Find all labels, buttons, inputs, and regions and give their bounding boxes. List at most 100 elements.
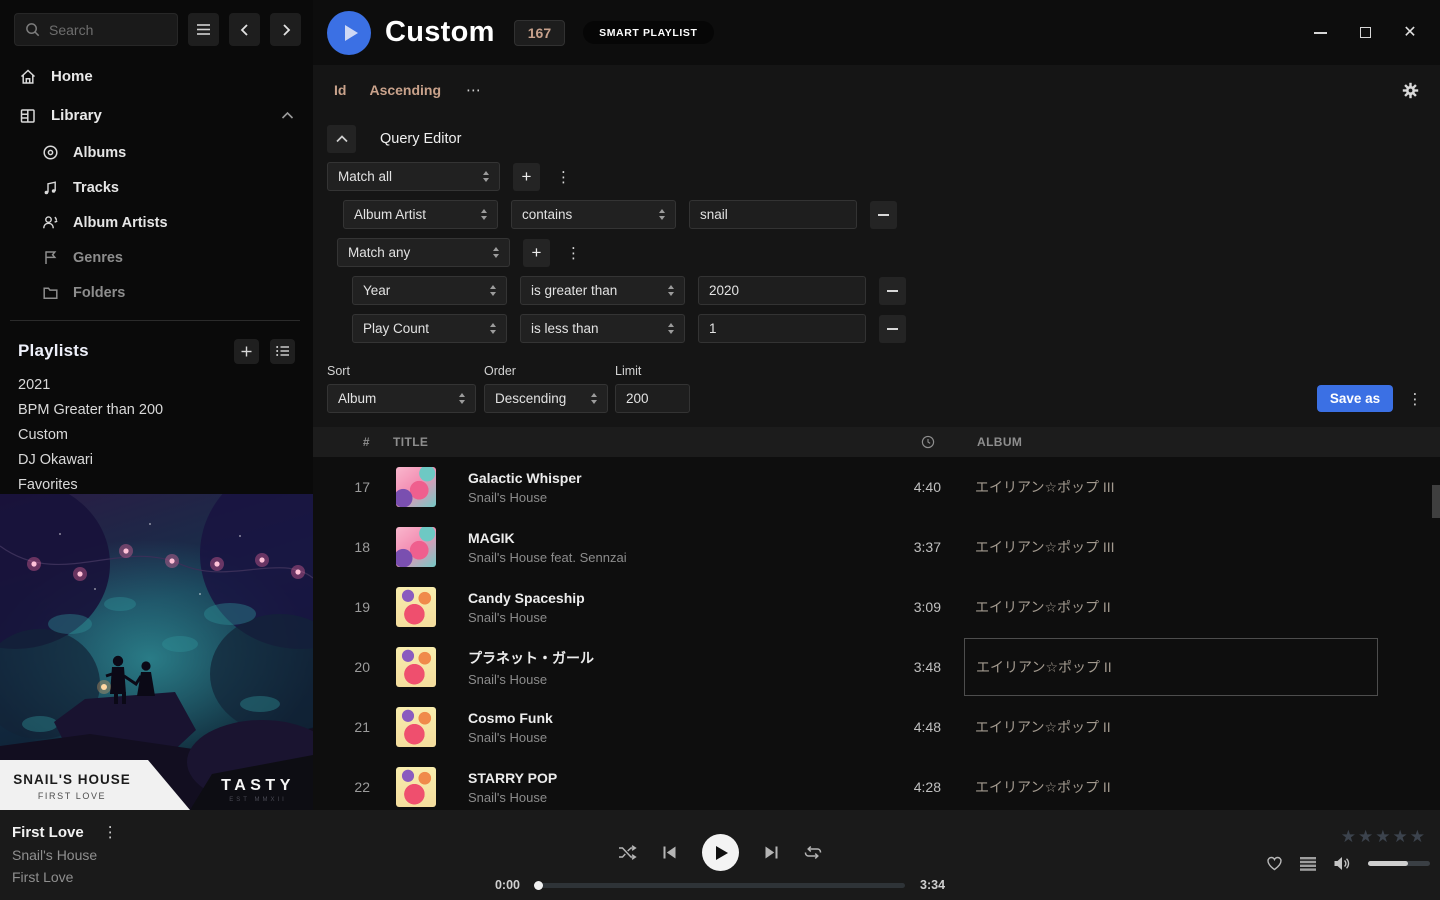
playlist-item[interactable]: DJ Okawari [0, 448, 313, 473]
close-button[interactable]: ✕ [1402, 25, 1418, 41]
order-select[interactable]: Descending [484, 384, 608, 413]
shuffle-icon [618, 845, 637, 860]
table-row[interactable]: 20 プラネット・ガール Snail's House 3:48 エイリアン☆ポッ… [313, 637, 1440, 697]
library-collapse-icon[interactable] [281, 111, 294, 120]
sidebar-item-home[interactable]: Home [0, 57, 313, 96]
settings-button[interactable] [1402, 82, 1419, 99]
volume-button[interactable] [1333, 856, 1351, 871]
save-as-button[interactable]: Save as [1317, 385, 1393, 412]
playlist-item[interactable]: BPM Greater than 200 [0, 398, 313, 423]
queue-button[interactable] [1300, 857, 1316, 871]
nav-back-button[interactable] [229, 13, 260, 46]
track-album[interactable]: エイリアン☆ポップ III [964, 458, 1378, 516]
track-table: # TITLE ALBUM 17 Galactic Wh [313, 427, 1440, 810]
elapsed-time: 0:00 [486, 878, 520, 892]
volume-slider[interactable] [1368, 861, 1430, 866]
add-rule-button[interactable]: + [523, 239, 550, 267]
match-select[interactable]: Match all [327, 162, 500, 191]
track-album[interactable]: エイリアン☆ポップ II [964, 758, 1378, 810]
column-title[interactable]: TITLE [370, 435, 871, 449]
next-track-button[interactable] [764, 845, 779, 860]
track-count-badge: 167 [514, 20, 565, 46]
sidebar-item-genres[interactable]: Genres [0, 240, 313, 275]
table-row[interactable]: 22 STARRY POP Snail's House 4:28 エイリアン☆ポ… [313, 757, 1440, 810]
gear-icon [1402, 82, 1419, 99]
now-playing-album-art[interactable]: SNAIL'S HOUSE FIRST LOVE TASTY EST MMXII [0, 494, 313, 810]
sidebar-top-bar [14, 13, 301, 46]
group-menu-button[interactable]: ⋮ [553, 168, 574, 186]
limit-input[interactable] [615, 384, 690, 413]
column-duration[interactable] [871, 435, 941, 449]
nav-forward-button[interactable] [270, 13, 301, 46]
sidebar-item-tracks[interactable]: Tracks [0, 170, 313, 205]
rule-operator-select[interactable]: is less than [520, 314, 685, 343]
track-album-focused[interactable]: エイリアン☆ポップ II [964, 638, 1378, 696]
artist-icon [42, 214, 59, 231]
save-menu-button[interactable]: ⋮ [1404, 390, 1426, 408]
rule-field-select[interactable]: Year [352, 276, 507, 305]
rule-field-select[interactable]: Album Artist [343, 200, 498, 229]
sidebar-item-library[interactable]: Library [0, 96, 313, 135]
library-icon [19, 107, 37, 125]
search-box[interactable] [14, 13, 178, 46]
match-select[interactable]: Match any [337, 238, 510, 267]
menu-button[interactable] [188, 13, 219, 46]
remove-rule-button[interactable] [870, 201, 897, 229]
add-playlist-button[interactable] [234, 339, 259, 364]
table-row[interactable]: 21 Cosmo Funk Snail's House 4:48 エイリアン☆ポ… [313, 697, 1440, 757]
table-row[interactable]: 19 Candy Spaceship Snail's House 3:09 エイ… [313, 577, 1440, 637]
sort-select[interactable]: Album [327, 384, 476, 413]
remove-rule-button[interactable] [879, 277, 906, 305]
limit-label: Limit [615, 364, 695, 378]
rule-value-input[interactable] [698, 276, 866, 305]
sort-order-button[interactable]: Ascending [369, 82, 441, 98]
play-pause-button[interactable] [702, 834, 739, 871]
seek-bar[interactable] [535, 883, 905, 888]
search-input[interactable] [49, 22, 159, 38]
column-favorite[interactable] [1378, 435, 1440, 449]
select-caret-icon [490, 323, 496, 334]
play-playlist-button[interactable] [327, 11, 371, 55]
table-row[interactable]: 18 MAGIK Snail's House feat. Sennzai 3:3… [313, 517, 1440, 577]
column-album[interactable]: ALBUM [964, 435, 1378, 449]
minus-icon [887, 290, 898, 292]
playlist-list-icon[interactable] [270, 339, 295, 364]
now-playing-menu-button[interactable]: ⋮ [100, 823, 121, 841]
maximize-button[interactable] [1357, 25, 1373, 41]
rule-value-input[interactable] [689, 200, 857, 229]
column-number[interactable]: # [313, 435, 370, 449]
track-duration: 3:37 [871, 539, 941, 555]
query-collapse-button[interactable] [327, 125, 356, 153]
rule-value-input[interactable] [698, 314, 866, 343]
table-row[interactable]: 17 Galactic Whisper Snail's House 4:40 エ… [313, 457, 1440, 517]
sidebar-item-album-artists[interactable]: Album Artists [0, 205, 313, 240]
favorite-button[interactable] [1266, 856, 1283, 871]
remove-rule-button[interactable] [879, 315, 906, 343]
group-menu-button[interactable]: ⋮ [563, 244, 584, 262]
minimize-button[interactable] [1312, 25, 1328, 41]
star-rating[interactable]: ★★★★★ [1341, 828, 1427, 845]
playlist-item[interactable]: Custom [0, 423, 313, 448]
more-options-button[interactable]: ⋯ [466, 81, 482, 99]
rule-operator-select[interactable]: is greater than [520, 276, 685, 305]
previous-track-button[interactable] [662, 845, 677, 860]
playback-controls [618, 834, 822, 871]
rule-field-select[interactable]: Play Count [352, 314, 507, 343]
sidebar-item-albums[interactable]: Albums [0, 135, 313, 170]
sidebar-item-folders[interactable]: Folders [0, 275, 313, 310]
clock-icon [921, 435, 935, 449]
table-header: # TITLE ALBUM [313, 427, 1440, 457]
album-card-title: FIRST LOVE [38, 791, 106, 801]
maximize-icon [1360, 27, 1371, 38]
table-scrollbar[interactable] [1432, 485, 1440, 518]
sort-field-button[interactable]: Id [334, 82, 346, 98]
track-album[interactable]: エイリアン☆ポップ II [964, 578, 1378, 636]
rule-operator-select[interactable]: contains [511, 200, 676, 229]
playlist-item[interactable]: 2021 [0, 373, 313, 398]
shuffle-button[interactable] [618, 845, 637, 860]
repeat-button[interactable] [804, 845, 822, 860]
track-album[interactable]: エイリアン☆ポップ III [964, 518, 1378, 576]
add-rule-button[interactable]: + [513, 163, 540, 191]
track-album[interactable]: エイリアン☆ポップ II [964, 698, 1378, 756]
seek-thumb[interactable] [534, 881, 543, 890]
